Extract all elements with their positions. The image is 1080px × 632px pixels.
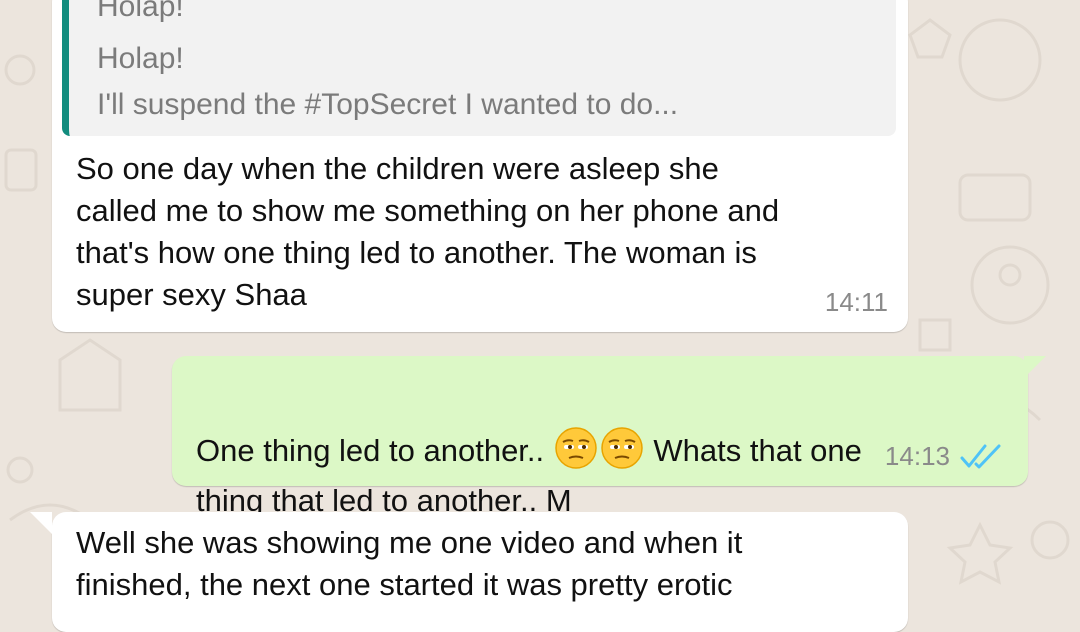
message-text-part: One thing led to another.. (196, 433, 553, 468)
unamused-face-icon (601, 427, 643, 469)
unamused-face-icon (555, 427, 597, 469)
bubble-tail (1024, 356, 1046, 378)
incoming-message-bubble[interactable]: Holap! Holap! I'll suspend the #TopSecre… (52, 0, 908, 332)
message-text-part: Whats that one (644, 433, 862, 468)
message-timestamp: 14:11 (824, 287, 888, 317)
incoming-message-bubble[interactable]: Well she was showing me one video and wh… (30, 512, 908, 632)
message-text: Well she was showing me one video and wh… (76, 525, 743, 602)
quoted-text-line: I'll suspend the #TopSecret I wanted to … (97, 88, 679, 121)
bubble-tail (30, 512, 52, 534)
message-text: One thing led to another.. Whats that on… (196, 376, 862, 526)
quoted-text-line: Holap! (97, 42, 184, 75)
quoted-text-line: Holap! (97, 0, 184, 23)
double-check-read-icon (960, 444, 1001, 469)
outgoing-message-bubble[interactable]: One thing led to another.. Whats that on… (172, 356, 1046, 518)
message-timestamp: 14:13 (884, 441, 950, 471)
quoted-reply[interactable]: Holap! Holap! I'll suspend the #TopSecre… (62, 0, 896, 136)
message-text: So one day when the children were asleep… (76, 151, 780, 312)
